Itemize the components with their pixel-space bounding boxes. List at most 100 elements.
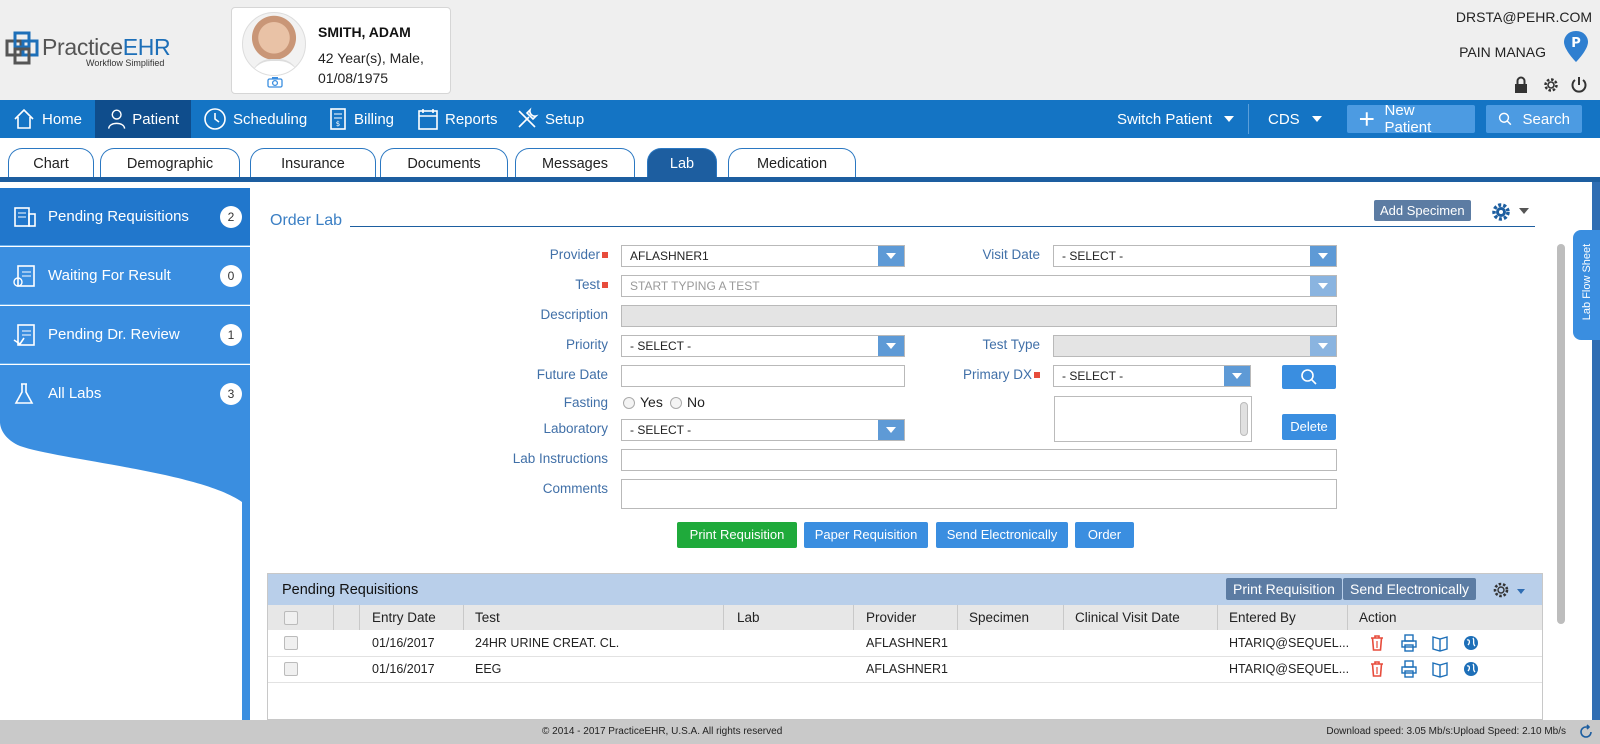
chevron-down-icon[interactable] [1519, 208, 1529, 214]
tab-insurance[interactable]: Insurance [250, 148, 376, 178]
chevron-down-icon[interactable] [878, 420, 904, 440]
add-specimen-button[interactable]: Add Specimen [1374, 200, 1471, 221]
provider-value: AFLASHNER1 [630, 249, 709, 263]
fasting-no-radio[interactable] [670, 397, 682, 409]
comments-input[interactable] [621, 479, 1337, 509]
nav-reports[interactable]: Reports [405, 100, 510, 138]
new-patient-button[interactable]: New Patient [1347, 102, 1475, 136]
provider-label: Provider [530, 247, 608, 262]
cell-test: 24HR URINE CREAT. CL. [475, 636, 620, 650]
tools-icon [518, 107, 539, 128]
paper-requisition-button[interactable]: Paper Requisition [804, 522, 928, 548]
row-checkbox[interactable] [284, 662, 298, 676]
print-requisition-button[interactable]: Print Requisition [677, 522, 797, 548]
dx-search-button[interactable] [1282, 365, 1336, 389]
future-date-input[interactable] [621, 365, 905, 387]
diagnosis-list-scrollbar[interactable] [1240, 402, 1248, 436]
book-icon[interactable] [1431, 634, 1449, 652]
nav-billing[interactable]: $ Billing [316, 100, 406, 138]
sidebar-rail [242, 490, 250, 720]
cell-entry-date: 01/16/2017 [372, 636, 435, 650]
row-checkbox[interactable] [284, 636, 298, 650]
gear-icon[interactable] [1490, 201, 1512, 223]
col-entry-date[interactable]: Entry Date [372, 610, 436, 625]
power-icon[interactable] [1570, 75, 1588, 95]
print-icon[interactable] [1400, 634, 1418, 652]
col-lab[interactable]: Lab [737, 610, 760, 625]
trash-icon[interactable] [1368, 634, 1386, 652]
search-icon [1301, 369, 1317, 385]
tab-chart[interactable]: Chart [8, 148, 94, 178]
select-all-checkbox[interactable] [284, 611, 298, 625]
lab-instructions-input[interactable] [621, 449, 1337, 471]
cds-dropdown[interactable]: CDS [1256, 100, 1334, 138]
content-scrollbar[interactable] [1557, 244, 1565, 624]
lock-icon[interactable] [1512, 75, 1530, 95]
laboratory-select[interactable]: - SELECT - [621, 419, 905, 441]
user-email[interactable]: DRSTA@PEHR.COM [1456, 9, 1592, 25]
col-specimen[interactable]: Specimen [969, 610, 1029, 625]
test-type-select[interactable] [1053, 335, 1337, 357]
test-search-input[interactable]: START TYPING A TEST [621, 275, 1337, 297]
description-label: Description [540, 307, 608, 322]
delete-dx-button[interactable]: Delete [1282, 414, 1336, 440]
lab-flow-sheet-tab[interactable]: Lab Flow Sheet [1573, 230, 1600, 340]
chevron-down-icon[interactable] [1310, 246, 1336, 266]
send-electronically-button[interactable]: Send Electronically [936, 522, 1068, 548]
print-icon[interactable] [1400, 660, 1418, 678]
location-pin-icon[interactable]: P [1562, 30, 1590, 64]
fasting-no-label[interactable]: No [687, 394, 705, 410]
tab-lab[interactable]: Lab [647, 148, 717, 178]
priority-select[interactable]: - SELECT - [621, 335, 905, 357]
nav-setup[interactable]: Setup [503, 100, 596, 138]
col-test[interactable]: Test [475, 610, 500, 625]
globe-icon[interactable] [1462, 634, 1480, 652]
nav-patient[interactable]: Patient [95, 100, 191, 138]
requisition-icon [14, 206, 36, 227]
chevron-down-icon[interactable] [1224, 366, 1250, 386]
practiceehr-logo[interactable]: PracticeEHR Workflow Simplified [4, 28, 184, 72]
fasting-yes-label[interactable]: Yes [640, 394, 663, 410]
patient-avatar[interactable] [242, 12, 306, 76]
tab-medication[interactable]: Medication [728, 148, 856, 178]
panel-print-requisition-button[interactable]: Print Requisition [1226, 578, 1342, 600]
provider-select[interactable]: AFLASHNER1 [621, 245, 905, 267]
chevron-down-icon[interactable] [878, 336, 904, 356]
chevron-down-icon[interactable] [1310, 276, 1336, 296]
tab-demographic[interactable]: Demographic [100, 148, 240, 178]
order-button[interactable]: Order [1075, 522, 1134, 548]
visit-date-select[interactable]: - SELECT - [1053, 245, 1337, 267]
fasting-yes-radio[interactable] [623, 397, 635, 409]
chevron-down-icon[interactable] [878, 246, 904, 266]
search-button[interactable]: Search [1486, 105, 1582, 133]
chevron-down-icon[interactable] [1517, 589, 1525, 594]
panel-send-electronically-button[interactable]: Send Electronically [1343, 578, 1477, 600]
settings-gear-icon[interactable] [1542, 76, 1560, 94]
trash-icon[interactable] [1368, 660, 1386, 678]
primary-dx-select[interactable]: - SELECT - [1053, 365, 1251, 387]
sidebar-item-pending-requisitions[interactable]: Pending Requisitions 2 [0, 188, 250, 246]
col-provider[interactable]: Provider [866, 610, 916, 625]
switch-patient-dropdown[interactable]: Switch Patient [1105, 100, 1246, 138]
patient-card[interactable]: SMITH, ADAM 42 Year(s), Male, 01/08/1975 [231, 7, 451, 94]
book-icon[interactable] [1431, 660, 1449, 678]
logo-cross-icon [5, 31, 39, 65]
sidebar-item-pending-dr-review[interactable]: Pending Dr. Review 1 [0, 306, 250, 364]
sidebar-item-all-labs[interactable]: All Labs 3 [0, 365, 250, 423]
sidebar-item-waiting-for-result[interactable]: Waiting For Result 0 [0, 247, 250, 305]
refresh-icon[interactable] [1578, 724, 1594, 740]
col-entered-by[interactable]: Entered By [1229, 610, 1296, 625]
gear-icon[interactable] [1492, 581, 1510, 599]
camera-icon[interactable] [267, 76, 283, 88]
globe-icon[interactable] [1462, 660, 1480, 678]
laboratory-label: Laboratory [543, 421, 608, 436]
tab-messages[interactable]: Messages [515, 148, 635, 178]
nav-home[interactable]: Home [0, 100, 94, 138]
facility-name[interactable]: PAIN MANAG [1459, 44, 1546, 60]
tab-documents[interactable]: Documents [380, 148, 508, 178]
chevron-down-icon[interactable] [1310, 336, 1336, 356]
col-clinical-visit-date[interactable]: Clinical Visit Date [1075, 610, 1180, 625]
calendar-icon [418, 109, 438, 130]
nav-scheduling[interactable]: Scheduling [191, 100, 319, 138]
diagnosis-list[interactable] [1054, 396, 1252, 442]
